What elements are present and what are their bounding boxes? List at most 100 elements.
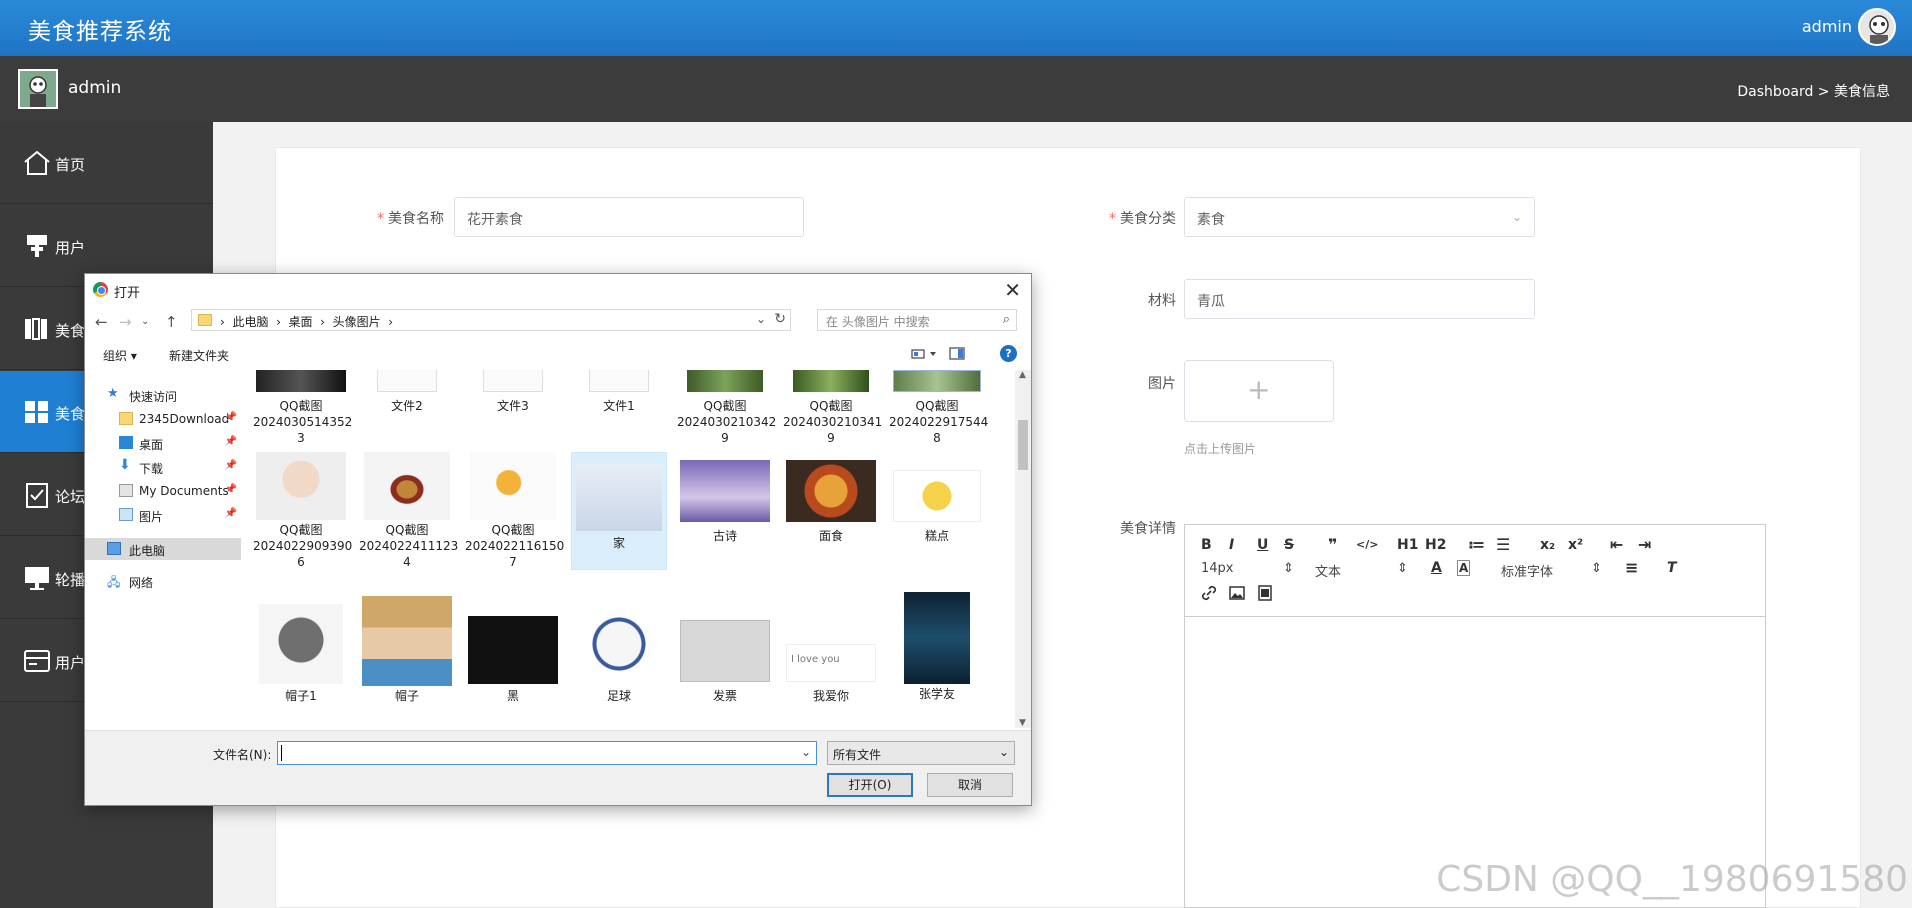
computer-icon <box>107 542 121 555</box>
font-size-select[interactable]: 14px ⇕ <box>1201 561 1294 576</box>
path-segment[interactable]: 桌面 <box>289 315 313 329</box>
search-input[interactable]: 在 头像图片 中搜索 ⌕ <box>817 309 1017 331</box>
open-button[interactable]: 打开(O) <box>827 773 913 797</box>
recent-dropdown-icon[interactable]: ⌄ <box>141 316 149 327</box>
forward-icon[interactable]: → <box>119 313 132 331</box>
file-item[interactable]: 黑 <box>465 604 561 704</box>
h1-button[interactable]: H1 <box>1397 537 1418 553</box>
header-username: admin <box>68 78 122 98</box>
file-item[interactable]: 张学友 <box>889 592 985 702</box>
file-item[interactable]: I love you 我爱你 <box>783 604 879 704</box>
top-avatar[interactable] <box>1858 8 1896 46</box>
view-options-icon[interactable] <box>911 348 937 363</box>
clear-format-icon[interactable]: T <box>1667 560 1677 576</box>
cancel-button[interactable]: 取消 <box>927 773 1013 797</box>
file-list: QQ截图 2024030514352 3 文件2 文件3 文件1 QQ截图 20… <box>253 370 1013 724</box>
file-item[interactable]: QQ截图 2024022116150 7 <box>465 452 564 570</box>
file-list-scrollbar[interactable]: ▲ ▼ <box>1015 370 1031 728</box>
indent-icon[interactable]: ⇥ <box>1638 535 1651 554</box>
address-dropdown-icon[interactable]: ⌄ <box>756 312 766 326</box>
scrollbar-thumb[interactable] <box>1018 420 1028 470</box>
bullet-list-button[interactable]: ☰ <box>1496 535 1510 554</box>
document-icon <box>483 370 543 392</box>
breadcrumb[interactable]: Dashboard > 美食信息 <box>1737 81 1890 101</box>
bold-button[interactable]: B <box>1201 537 1212 553</box>
italic-button[interactable]: I <box>1229 537 1234 553</box>
link-icon[interactable] <box>1201 585 1217 605</box>
top-username[interactable]: admin <box>1802 17 1852 36</box>
quote-button[interactable]: ❞ <box>1328 535 1337 554</box>
path-segment[interactable]: 头像图片 <box>333 315 381 329</box>
file-item[interactable]: 发票 <box>677 604 773 704</box>
sidebar-item-label: 用户 <box>55 239 86 257</box>
sidebar-item-label: 论坛 <box>55 488 86 506</box>
back-icon[interactable]: ← <box>95 313 108 331</box>
nav-quick-access[interactable]: ★ 快速访问 <box>85 384 241 406</box>
align-icon[interactable]: ≡ <box>1625 558 1638 577</box>
subscript-button[interactable]: x₂ <box>1540 537 1555 553</box>
superscript-button[interactable]: x² <box>1568 537 1583 553</box>
font-color-icon[interactable]: A <box>1431 560 1442 576</box>
scroll-up-icon[interactable]: ▲ <box>1019 370 1026 380</box>
file-type-select[interactable]: 所有文件 ⌄ <box>827 741 1015 765</box>
file-thumbnail <box>256 452 346 520</box>
up-icon[interactable]: ↑ <box>165 313 178 331</box>
sidebar-item-label: 美食 <box>55 322 86 340</box>
food-category-select[interactable]: 素食 ⌄ <box>1184 197 1535 237</box>
close-icon[interactable]: ✕ <box>1004 278 1021 302</box>
file-item[interactable]: 文件2 <box>359 370 455 414</box>
image-upload-button[interactable]: + <box>1184 360 1334 422</box>
file-item[interactable]: 古诗 <box>677 452 773 544</box>
file-item[interactable]: QQ截图 2024030210342 9 <box>677 370 776 446</box>
file-item-selected[interactable]: 家 <box>571 452 667 570</box>
file-item[interactable]: 糕点 <box>889 452 985 544</box>
file-item[interactable]: 帽子 <box>359 596 455 704</box>
file-item[interactable]: 面食 <box>783 452 879 544</box>
help-icon[interactable]: ? <box>1000 345 1017 362</box>
scroll-down-icon[interactable]: ▼ <box>1019 718 1026 728</box>
new-folder-button[interactable]: 新建文件夹 <box>169 347 229 364</box>
ordered-list-button[interactable]: ≔ <box>1468 535 1485 554</box>
material-input[interactable]: 青瓜 <box>1184 279 1535 319</box>
file-thumbnail <box>256 370 346 392</box>
background-color-icon[interactable]: A <box>1457 560 1471 576</box>
preview-pane-icon[interactable] <box>949 347 965 363</box>
rich-text-editor[interactable]: B I U S ❞ </> H1 H2 ≔ ☰ x₂ x² ⇤ ⇥ 14px ⇕ … <box>1184 524 1766 908</box>
file-thumbnail <box>470 452 556 520</box>
filename-input[interactable]: ⌄ <box>277 741 817 765</box>
file-item[interactable]: 文件1 <box>571 370 667 414</box>
file-item[interactable]: 足球 <box>571 604 667 704</box>
food-category-label: * 美食分类 <box>1109 211 1176 227</box>
chevron-down-icon[interactable]: ⌄ <box>801 745 811 759</box>
block-type-select[interactable]: 文本 ⇕ <box>1315 561 1408 580</box>
code-button[interactable]: </> <box>1356 538 1378 551</box>
strike-button[interactable]: S <box>1284 537 1294 553</box>
outdent-icon[interactable]: ⇤ <box>1610 535 1623 554</box>
pin-icon: 📌 <box>224 412 237 423</box>
nav-pictures[interactable]: 图片 📌 <box>85 504 241 526</box>
nav-downloads[interactable]: ⬇ 下载 📌 <box>85 456 241 478</box>
image-icon[interactable] <box>1229 585 1245 605</box>
food-name-input[interactable]: 花开素食 <box>454 197 804 237</box>
file-item[interactable]: 帽子1 <box>253 604 349 704</box>
file-item[interactable]: 文件3 <box>465 370 561 414</box>
file-item[interactable]: QQ截图 2024030514352 3 <box>253 370 352 446</box>
nav-2345download[interactable]: 2345Download 📌 <box>85 408 241 430</box>
underline-button[interactable]: U <box>1257 537 1268 553</box>
refresh-icon[interactable]: ↻ <box>774 311 786 327</box>
h2-button[interactable]: H2 <box>1425 537 1446 553</box>
nav-desktop[interactable]: 桌面 📌 <box>85 432 241 454</box>
font-family-select[interactable]: 标准字体 ⇕ <box>1501 561 1602 580</box>
sidebar-item-home[interactable]: 首页 <box>0 122 213 204</box>
path-segment[interactable]: 此电脑 <box>232 315 268 329</box>
file-item[interactable]: QQ截图 2024030210341 9 <box>783 370 882 446</box>
nav-this-pc[interactable]: 此电脑 <box>85 538 241 560</box>
file-item[interactable]: QQ截图 2024022909390 6 <box>253 452 352 570</box>
organize-menu[interactable]: 组织 ▾ <box>103 347 137 364</box>
nav-network[interactable]: 🖧 网络 <box>85 570 241 592</box>
nav-my-documents[interactable]: My Documents 📌 <box>85 480 241 502</box>
video-icon[interactable] <box>1257 585 1273 605</box>
address-bar[interactable]: › 此电脑 › 桌面 › 头像图片 › ⌄ ↻ <box>191 309 791 331</box>
file-item[interactable]: QQ截图 2024022917544 8 <box>889 370 988 446</box>
file-item[interactable]: QQ截图 2024022411123 4 <box>359 452 458 570</box>
